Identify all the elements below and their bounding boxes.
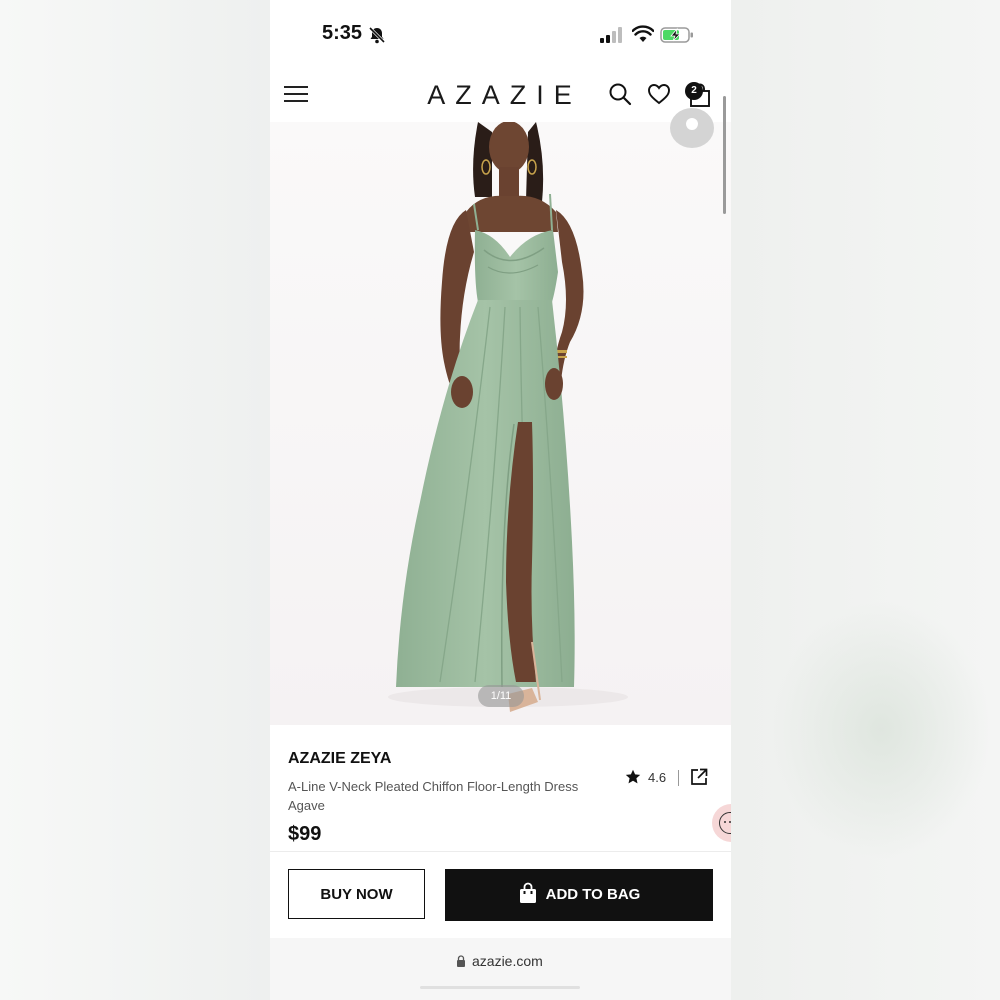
status-bar: 5:35 xyxy=(270,0,731,70)
chat-dot xyxy=(724,821,726,823)
background-right xyxy=(731,0,1000,1000)
site-header: AZAZIE 2 xyxy=(270,70,731,123)
background-blur xyxy=(771,600,991,860)
chat-icon xyxy=(719,812,731,834)
background-left xyxy=(0,0,270,1000)
product-image[interactable] xyxy=(270,122,731,725)
dress-model-photo xyxy=(388,122,628,712)
add-to-bag-label: ADD TO BAG xyxy=(545,886,641,903)
phone-screen: 5:35 AZAZIE 2 1/11 AZAZIE ZEYA A-Line V-… xyxy=(270,0,731,1000)
search-icon[interactable] xyxy=(608,82,632,106)
product-brand: AZAZIE ZEYA xyxy=(288,750,392,767)
divider xyxy=(678,770,679,786)
browser-url-bar[interactable]: azazie.com xyxy=(270,938,731,1000)
image-wishlist-button[interactable] xyxy=(670,108,714,148)
wishlist-heart-icon[interactable] xyxy=(647,83,671,105)
buy-now-button[interactable]: BUY NOW xyxy=(288,869,425,919)
lock-icon xyxy=(457,955,465,967)
add-to-bag-button[interactable]: ADD TO BAG xyxy=(445,869,713,921)
status-time: 5:35 xyxy=(322,22,363,44)
home-indicator xyxy=(420,986,580,989)
cellular-signal-icon xyxy=(600,27,622,43)
wifi-icon xyxy=(632,25,654,42)
gallery-counter: 1/11 xyxy=(478,685,524,707)
chat-dot xyxy=(729,821,731,823)
product-rating[interactable]: 4.6 xyxy=(648,770,666,785)
product-title: A-Line V-Neck Pleated Chiffon Floor-Leng… xyxy=(288,779,579,794)
product-name: A-Line V-Neck Pleated Chiffon Floor-Leng… xyxy=(288,777,608,815)
purchase-action-bar: BUY NOW ADD TO BAG xyxy=(270,851,731,939)
share-icon[interactable] xyxy=(690,768,708,786)
rating-share-bar: 4.6 xyxy=(620,767,712,789)
product-color: Agave xyxy=(288,798,325,813)
product-price: $99 xyxy=(288,823,322,845)
chat-support-button[interactable] xyxy=(712,804,731,842)
shopping-bag-icon xyxy=(519,882,536,903)
battery-charging-icon xyxy=(660,27,693,43)
url-text[interactable]: azazie.com xyxy=(472,953,543,969)
bell-muted-icon xyxy=(368,26,386,44)
page-scrollbar[interactable] xyxy=(723,96,726,214)
star-icon xyxy=(625,769,641,784)
cart-count-badge: 2 xyxy=(685,82,703,100)
